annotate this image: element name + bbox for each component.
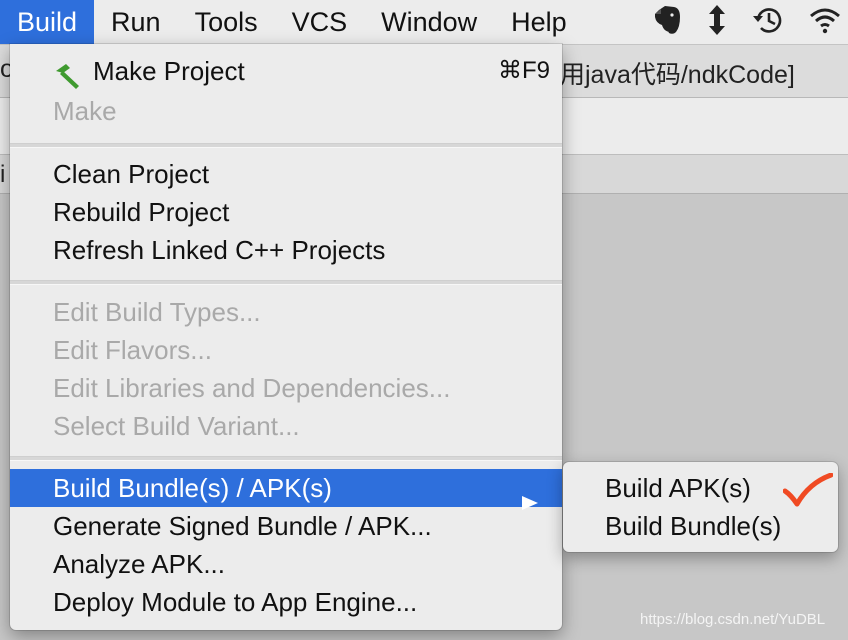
wifi-icon[interactable] xyxy=(808,3,842,42)
window-title-text: 用java代码/ndkCode] xyxy=(560,61,795,89)
menu-item-clean-project[interactable]: Clean Project xyxy=(10,155,562,193)
status-icons xyxy=(650,0,848,44)
menu-vcs[interactable]: VCS xyxy=(275,0,365,44)
menu-window[interactable]: Window xyxy=(364,0,494,44)
menu-item-deploy-app-engine[interactable]: Deploy Module to App Engine... xyxy=(10,583,562,621)
submenu-item-build-bundle[interactable]: Build Bundle(s) xyxy=(563,507,838,545)
menu-item-edit-flavors[interactable]: Edit Flavors... xyxy=(10,331,562,369)
build-bundle-apk-label: Build Bundle(s) / APK(s) xyxy=(53,473,332,503)
menu-build[interactable]: Build xyxy=(0,0,95,44)
menu-item-generate-signed[interactable]: Generate Signed Bundle / APK... xyxy=(10,507,562,545)
menu-item-build-bundle-apk[interactable]: Build Bundle(s) / APK(s) xyxy=(10,469,562,510)
menu-bar: Build Run Tools VCS Window Help xyxy=(0,0,848,45)
menu-item-edit-libraries[interactable]: Edit Libraries and Dependencies... xyxy=(10,369,562,407)
sort-arrows-icon[interactable] xyxy=(706,3,728,42)
window-tab-fragment: i xyxy=(0,161,6,188)
menu-item-select-build-variant[interactable]: Select Build Variant... xyxy=(10,407,562,445)
menu-separator xyxy=(10,143,562,148)
menu-separator xyxy=(10,456,562,461)
menu-item-refresh-linked-cpp[interactable]: Refresh Linked C++ Projects xyxy=(10,231,562,269)
menu-separator xyxy=(10,280,562,285)
build-menu: Make Project ⌘F9 Make Clean Project Rebu… xyxy=(10,44,562,630)
menu-tools[interactable]: Tools xyxy=(178,0,275,44)
build-bundle-submenu: Build APK(s) Build Bundle(s) xyxy=(563,462,838,552)
evernote-icon[interactable] xyxy=(650,3,684,42)
submenu-item-build-apk[interactable]: Build APK(s) xyxy=(563,469,838,507)
watermark-text: https://blog.csdn.net/YuDBL xyxy=(640,611,826,628)
menu-run[interactable]: Run xyxy=(94,0,178,44)
menu-help[interactable]: Help xyxy=(494,0,584,44)
menu-item-analyze-apk[interactable]: Analyze APK... xyxy=(10,545,562,583)
menu-item-make-project[interactable]: Make Project ⌘F9 xyxy=(10,52,562,90)
time-machine-icon[interactable] xyxy=(750,3,786,42)
make-project-shortcut: ⌘F9 xyxy=(497,57,550,84)
menu-item-make[interactable]: Make xyxy=(10,92,562,130)
build-apk-label: Build APK(s) xyxy=(605,473,751,503)
menu-item-edit-build-types[interactable]: Edit Build Types... xyxy=(10,293,562,331)
menu-item-rebuild-project[interactable]: Rebuild Project xyxy=(10,193,562,231)
